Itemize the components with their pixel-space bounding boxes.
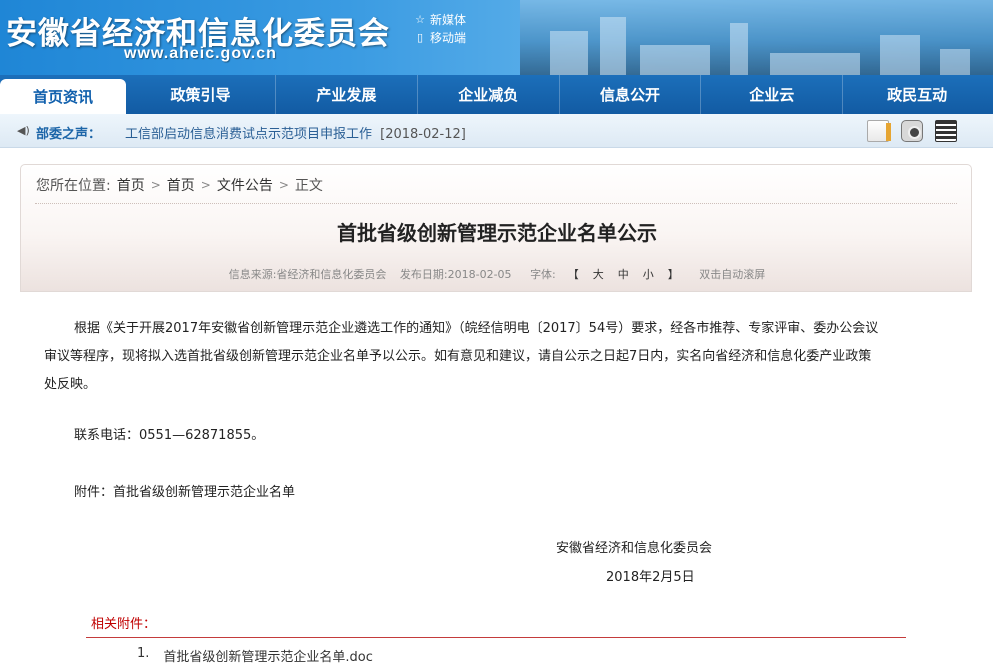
attachment-index: 1. xyxy=(137,646,150,661)
nav-item-enterprise-cloud[interactable]: 企业云 xyxy=(701,75,844,114)
meta-source: 信息来源:省经济和信息化委员会 xyxy=(228,268,387,281)
article-meta: 信息来源:省经济和信息化委员会 发布日期:2018-02-05 字体: 【大中小】… xyxy=(21,266,973,282)
camera-icon[interactable] xyxy=(901,120,923,142)
page-title: 首批省级创新管理示范企业名单公示 xyxy=(337,221,657,245)
nav-item-interaction[interactable]: 政民互动 xyxy=(843,75,991,114)
notice-bar: ◀) 部委之声： 工信部启动信息消费试点示范项目申报工作 [2018-02-12… xyxy=(0,114,993,148)
speaker-icon: ◀) xyxy=(17,124,30,137)
notice-label: 部委之声： xyxy=(36,127,102,142)
nav-item-policy[interactable]: 政策引导 xyxy=(126,75,276,114)
new-media-label: 新媒体 xyxy=(430,13,467,27)
nav-item-burden-relief[interactable]: 企业减负 xyxy=(418,75,560,114)
article-body: 根据《关于开展2017年安徽省创新管理示范企业遴选工作的通知》（皖经信明电〔20… xyxy=(44,315,942,399)
attachment-link[interactable]: 首批省级创新管理示范企业名单.doc xyxy=(163,646,373,664)
nav-item-home[interactable]: 首页资讯 xyxy=(0,79,126,114)
breadcrumb-home-2[interactable]: 首页 xyxy=(167,175,195,195)
site-url: www.aheic.gov.cn xyxy=(124,45,277,62)
font-size-medium[interactable]: 中 xyxy=(616,268,631,281)
signature-date: 2018年2月5日 xyxy=(606,570,695,585)
chevron-right-icon: > xyxy=(150,178,161,192)
breadcrumb: 您所在位置: 首页 > 首页 > 文件公告 > 正文 xyxy=(36,175,323,195)
breadcrumb-current: 正文 xyxy=(294,178,323,194)
breadcrumb-home[interactable]: 首页 xyxy=(117,175,145,195)
font-size-large[interactable]: 大 xyxy=(591,268,606,281)
main-nav: 首页资讯 政策引导 产业发展 企业减负 信息公开 企业云 政民互动 xyxy=(0,75,993,114)
site-banner: 安徽省经济和信息化委员会 www.aheic.gov.cn ☆ 新媒体 ▯ 移动… xyxy=(0,0,993,75)
related-attachments-heading: 相关附件： xyxy=(91,617,157,632)
related-divider xyxy=(86,637,906,638)
contact-phone: 联系电话：0551—62871855。 xyxy=(74,428,265,443)
meta-font-size: 字体: 【大中小】 xyxy=(525,268,686,281)
notice-link[interactable]: 工信部启动信息消费试点示范项目申报工作 [2018-02-12] xyxy=(125,123,466,142)
notice-text: 工信部启动信息消费试点示范项目申报工作 xyxy=(125,127,373,142)
chevron-right-icon: > xyxy=(200,178,211,192)
nav-item-industry[interactable]: 产业发展 xyxy=(276,75,418,114)
font-bracket-open: 【 xyxy=(567,268,579,281)
banner-skyline-image xyxy=(520,0,993,75)
breadcrumb-announcements[interactable]: 文件公告 xyxy=(217,175,273,195)
chevron-right-icon: > xyxy=(278,178,289,192)
film-icon[interactable] xyxy=(935,120,957,142)
font-bracket-close: 】 xyxy=(667,268,679,281)
font-size-label: 字体: xyxy=(530,268,556,281)
list-item: 1. 首批省级创新管理示范企业名单.doc xyxy=(137,646,373,664)
tool-icons xyxy=(867,120,957,142)
body-line: 处反映。 xyxy=(44,377,97,392)
quick-links: ☆ 新媒体 ▯ 移动端 xyxy=(414,11,466,47)
breadcrumb-prefix: 您所在位置: xyxy=(36,178,111,194)
new-media-link[interactable]: ☆ 新媒体 xyxy=(414,11,466,29)
notice-date: [2018-02-12] xyxy=(380,127,466,142)
star-icon: ☆ xyxy=(415,13,425,26)
mobile-link[interactable]: ▯ 移动端 xyxy=(414,29,466,47)
body-line: 审议等程序，现将拟入选首批省级创新管理示范企业名单予以公示。如有意见和建议，请自… xyxy=(44,349,872,364)
font-size-small[interactable]: 小 xyxy=(641,268,656,281)
body-line: 根据《关于开展2017年安徽省创新管理示范企业遴选工作的通知》（皖经信明电〔20… xyxy=(74,321,879,336)
nav-item-disclosure[interactable]: 信息公开 xyxy=(560,75,702,114)
document-icon[interactable] xyxy=(867,120,891,142)
mobile-icon: ▯ xyxy=(416,31,424,44)
attachment-mention: 附件：首批省级创新管理示范企业名单 xyxy=(74,485,296,500)
mobile-label: 移动端 xyxy=(430,31,467,45)
breadcrumb-divider xyxy=(35,203,957,204)
meta-date: 发布日期:2018-02-05 xyxy=(399,268,512,281)
signature-organization: 安徽省经济和信息化委员会 xyxy=(556,541,713,556)
article-header: 您所在位置: 首页 > 首页 > 文件公告 > 正文 首批省级创新管理示范企业名… xyxy=(20,164,972,292)
auto-scroll-toggle[interactable]: 双击自动滚屏 xyxy=(699,268,765,281)
